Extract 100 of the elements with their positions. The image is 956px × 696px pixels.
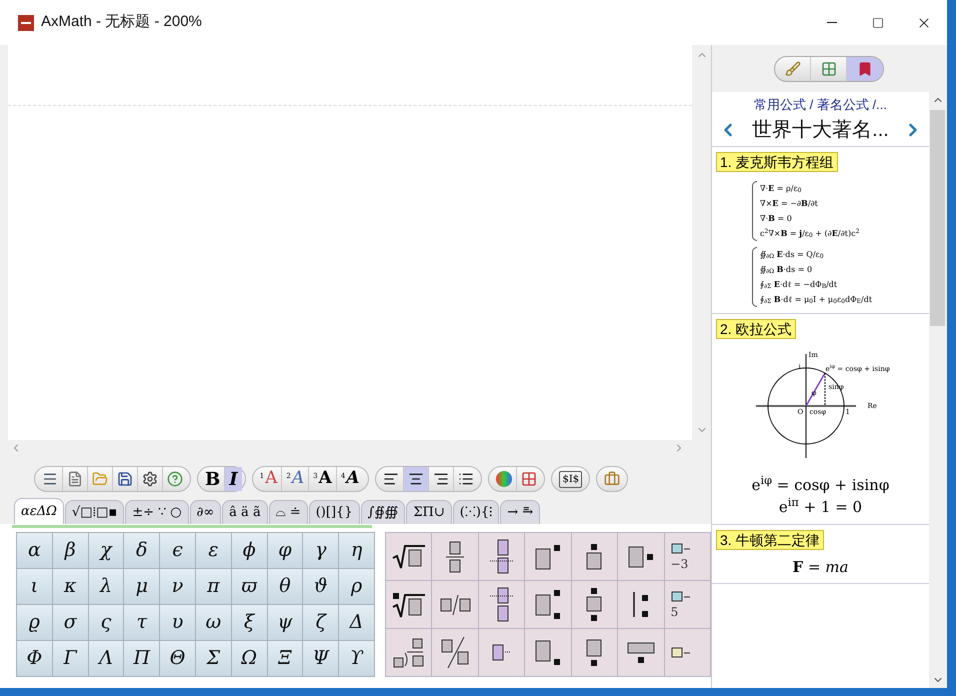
symbol-key[interactable]: Ξ [268, 641, 304, 677]
palette-tab[interactable]: â ä ã [222, 500, 268, 524]
symbol-key[interactable]: η [339, 533, 375, 569]
template-cell[interactable] [478, 533, 526, 581]
symbol-key[interactable]: Γ [52, 641, 89, 677]
template-cell[interactable] [618, 629, 665, 677]
toolbar-button[interactable]: I [225, 467, 242, 491]
palette-tab[interactable]: ()[]{} [308, 500, 360, 524]
symbol-key[interactable]: ϒ [339, 641, 375, 677]
template-cell[interactable] [664, 629, 711, 677]
palette-tab[interactable]: → ⥱ [500, 500, 540, 524]
toolbar-button[interactable]: $^{2}$A [282, 467, 310, 491]
symbol-key[interactable]: χ [88, 533, 124, 569]
palette-tab[interactable]: αεΔΩ [14, 498, 64, 524]
toolbar-button[interactable]: $^{1}$ A [256, 467, 282, 491]
panel-mode-button[interactable] [847, 56, 883, 80]
template-icon [670, 647, 691, 658]
symbol-key[interactable]: γ [303, 533, 340, 569]
align-right-icon [433, 471, 450, 487]
briefcase-icon [604, 471, 620, 487]
template-cell[interactable] [478, 629, 526, 677]
template-number: −3 [670, 558, 688, 570]
template-cell[interactable] [618, 533, 665, 581]
template-icon [534, 544, 561, 570]
symbol-key[interactable]: υ [160, 605, 196, 641]
symbol-key[interactable]: Π [124, 641, 160, 677]
palette-tab[interactable]: ⌓ ≐ [268, 500, 308, 524]
template-icon [492, 644, 512, 661]
palette-tab[interactable]: √□⁞□▪ [64, 500, 124, 524]
symbol-key[interactable]: π [196, 569, 232, 605]
palette-tab[interactable]: ±÷ ∵ ○ [125, 500, 189, 524]
palette-tab[interactable]: ∂∞ [190, 500, 222, 524]
template-cell[interactable] [432, 581, 479, 629]
symbol-key[interactable]: β [52, 533, 89, 569]
symbol-key[interactable]: Θ [160, 641, 196, 677]
template-cell[interactable] [525, 581, 572, 629]
symbol-key[interactable]: ω [196, 605, 232, 641]
symbol-key[interactable]: ζ [303, 605, 340, 641]
breadcrumb[interactable]: 常用公式 / 著名公式 /... [712, 95, 929, 114]
template-icon [670, 543, 691, 554]
symbol-key[interactable]: Σ [196, 641, 232, 677]
toolbar-button[interactable] [404, 467, 430, 491]
template-cell[interactable] [432, 533, 479, 581]
scroll-thumb[interactable] [930, 110, 945, 326]
template-cell[interactable] [572, 533, 618, 581]
symbol-key[interactable]: α [17, 533, 53, 569]
symbol-key[interactable]: ϱ [17, 605, 53, 641]
symbol-key[interactable]: λ [88, 569, 124, 605]
template-cell[interactable]: 5 [664, 581, 711, 629]
palette-tab[interactable]: (⁙){⁝ [452, 500, 500, 524]
symbol-key[interactable]: ς [88, 605, 124, 641]
symbol-key[interactable]: ξ [232, 605, 268, 641]
symbol-key[interactable]: ψ [268, 605, 304, 641]
symbol-key[interactable]: ν [160, 569, 196, 605]
symbol-key[interactable]: θ [268, 569, 304, 605]
symbol-key[interactable]: ϵ [160, 533, 196, 569]
formula: ∮$_{∂Σ}$ B·dℓ = μ$_{0}$I + μ$_{0}$ε$_{0}$dΦ$_{E}$/dt [760, 292, 872, 306]
template-cell[interactable] [386, 581, 432, 629]
template-icon [586, 638, 602, 666]
symbol-key[interactable]: ρ [339, 569, 375, 605]
symbol-key[interactable]: τ [124, 605, 160, 641]
palette-tab[interactable]: ∫∯∰ [360, 500, 406, 524]
symbol-key[interactable]: σ [52, 605, 89, 641]
template-cell[interactable] [525, 629, 572, 677]
symbol-key[interactable]: Δ [339, 605, 375, 641]
symbol-key[interactable]: ε [196, 533, 232, 569]
template-cell[interactable] [572, 629, 618, 677]
template-icon [488, 587, 515, 622]
symbol-key[interactable]: Φ [17, 641, 53, 677]
template-cell[interactable] [386, 533, 432, 581]
symbol-key[interactable]: δ [124, 533, 160, 569]
symbol-key[interactable]: μ [124, 569, 160, 605]
template-cell[interactable] [478, 581, 526, 629]
template-cell[interactable] [618, 581, 665, 629]
symbol-key[interactable]: κ [52, 569, 89, 605]
template-icon [445, 540, 466, 572]
template-cell[interactable] [525, 533, 572, 581]
template-cell[interactable] [432, 629, 479, 677]
symbol-key[interactable]: Λ [88, 641, 124, 677]
template-icon [393, 638, 424, 668]
formula: ∇×E = −∂B/∂t [760, 196, 819, 210]
template-cell[interactable]: −3 [664, 533, 711, 581]
template-icon [586, 587, 602, 622]
palette-tab[interactable]: ΣΠ∪ [406, 500, 452, 524]
toolbar-button[interactable]: $^{3}$ A [309, 467, 337, 491]
panel-scrollbar[interactable] [929, 92, 946, 688]
template-icon [628, 546, 654, 568]
template-icon [488, 539, 515, 574]
symbol-key[interactable]: Ω [232, 641, 268, 677]
template-cell[interactable] [572, 581, 618, 629]
symbol-key[interactable]: ϖ [232, 569, 268, 605]
template-cell[interactable] [386, 629, 432, 677]
symbol-key[interactable]: Ψ [303, 641, 340, 677]
symbol-key[interactable]: φ [268, 533, 304, 569]
formula: F = ma [792, 556, 848, 576]
symbol-key[interactable]: ϑ [303, 569, 340, 605]
symbol-key[interactable]: ϕ [232, 533, 268, 569]
toolbar-button[interactable]: $^{4}$A [336, 467, 366, 491]
symbol-key[interactable]: ι [17, 569, 53, 605]
minimize-icon [827, 22, 837, 23]
